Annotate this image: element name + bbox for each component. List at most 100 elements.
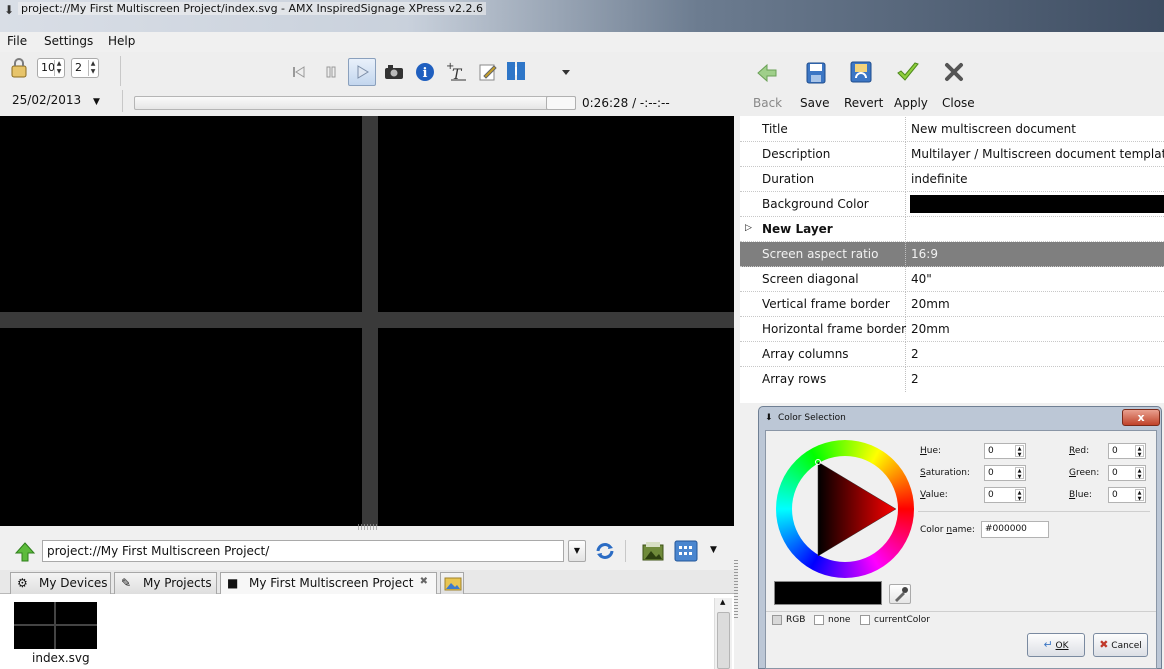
image-folder-icon[interactable] [641,540,665,562]
preview-canvas[interactable] [0,116,734,526]
revert-icon[interactable] [849,60,873,84]
edit-button[interactable] [475,59,501,85]
property-row[interactable]: Description Multilayer / Multiscreen doc… [740,142,1164,167]
chevron-down-icon[interactable]: ▼ [710,545,717,555]
property-row[interactable]: Title New multiscreen document [740,117,1164,142]
date-selector[interactable]: 25/02/2013 ▼ [12,93,100,107]
spinner-arrows-icon[interactable]: ▲ ▼ [1015,489,1024,502]
menu-file[interactable]: File [7,34,27,48]
spinner-arrows-icon[interactable]: ▲ ▼ [1135,489,1144,502]
screen-top-right[interactable] [378,116,734,312]
save-button[interactable]: Save [800,96,829,110]
property-row[interactable]: Vertical frame border 20mm [740,292,1164,317]
blue-spinner[interactable]: 0 ▲ ▼ [1108,487,1146,503]
property-row[interactable]: Horizontal frame border 20mm [740,317,1164,342]
close-tab-icon[interactable]: ✖ [420,576,428,587]
layout-dropdown[interactable] [558,59,574,85]
tab-my-devices[interactable]: ⚙ My Devices [10,572,111,594]
save-icon[interactable] [805,61,827,85]
layout-button[interactable] [503,58,529,84]
spinner-arrows-icon[interactable]: ▲ ▼ [88,60,97,76]
property-row[interactable]: Screen diagonal 40" [740,267,1164,292]
add-text-button[interactable]: + T [443,58,469,84]
checkmark-icon[interactable] [895,60,921,84]
add-tab-button[interactable] [440,572,464,594]
saturation-spinner[interactable]: 0 ▲ ▼ [984,465,1026,481]
image-icon [444,577,462,591]
skip-back-button[interactable] [286,59,312,85]
background-color-swatch[interactable] [910,195,1164,213]
columns-spinner[interactable]: 10 ▲ ▼ [37,58,65,78]
spinner-arrows-icon[interactable]: ▲ ▼ [1135,445,1144,458]
refresh-icon[interactable] [594,540,616,562]
revert-button[interactable]: Revert [844,96,883,110]
property-row[interactable]: Duration indefinite [740,167,1164,192]
hue-spinner[interactable]: 0 ▲ ▼ [984,443,1026,459]
grid-view-icon[interactable] [674,540,698,562]
color-preview [774,581,882,605]
path-dropdown-button[interactable]: ▼ [568,540,586,562]
splitter-handle[interactable] [358,524,378,530]
screen-top-left[interactable] [0,116,362,312]
expand-triangle-icon[interactable]: ▷ [745,223,752,233]
tab-my-projects[interactable]: ✎ My Projects [114,572,217,594]
tab-my-first-multiscreen-project[interactable]: ■ My First Multiscreen Project ✖ [220,572,437,594]
column-divider [905,242,906,267]
info-button[interactable]: i [412,59,438,85]
dialog-close-button[interactable]: x [1122,409,1160,426]
cancel-button[interactable]: ✖ Cancel [1093,633,1148,657]
back-arrow-icon[interactable] [756,62,778,84]
ok-button[interactable]: ↵ OK [1027,633,1085,657]
spinner-arrows-icon[interactable]: ▲ ▼ [1015,445,1024,458]
chevron-down-icon [562,70,570,75]
folder-icon: ■ [227,576,239,590]
apply-button[interactable]: Apply [894,96,928,110]
property-row[interactable]: Array rows 2 [740,367,1164,392]
saturation-value-triangle[interactable] [792,456,898,562]
lock-icon[interactable] [10,58,28,78]
color-name-input[interactable]: #000000 [981,521,1049,538]
pause-button[interactable] [318,59,344,85]
rows-spinner[interactable]: 2 ▲ ▼ [71,58,99,78]
current-color-checkbox[interactable] [860,615,870,625]
up-arrow-icon[interactable] [14,541,36,563]
scroll-up-icon[interactable]: ▲ [720,598,725,606]
property-group-row[interactable]: ▷ New Layer [740,217,1164,242]
property-row[interactable]: Array columns 2 [740,342,1164,367]
green-spinner[interactable]: 0 ▲ ▼ [1108,465,1146,481]
close-icon[interactable] [943,61,965,83]
current-color-label: currentColor [874,615,930,625]
screen-bottom-right[interactable] [378,328,734,526]
snapshot-button[interactable] [381,59,407,85]
back-button[interactable]: Back [753,96,782,110]
chevron-down-icon: ▼ [573,546,581,555]
file-thumbnail[interactable] [14,602,97,649]
column-divider [905,367,906,392]
menu-help[interactable]: Help [108,34,135,48]
eyedropper-button[interactable] [889,584,911,604]
pane-splitter[interactable] [734,560,738,620]
menu-settings[interactable]: Settings [44,34,93,48]
screen-bottom-left[interactable] [0,328,362,526]
property-row-selected[interactable]: Screen aspect ratio 16:9 [740,242,1164,267]
skip-back-icon [293,66,305,78]
file-browser-scrollbar[interactable]: ▲ [714,598,732,669]
property-row[interactable]: Background Color [740,192,1164,217]
close-button[interactable]: Close [942,96,975,110]
spinner-arrows-icon[interactable]: ▲ ▼ [54,60,63,76]
red-spinner[interactable]: 0 ▲ ▼ [1108,443,1146,459]
time-readout: 0:26:28 / -:--:-- [582,96,670,110]
value-spinner[interactable]: 0 ▲ ▼ [984,487,1026,503]
spinner-arrows-icon[interactable]: ▲ ▼ [1135,467,1144,480]
title-bar: ⬇ project://My First Multiscreen Project… [0,0,1164,32]
play-button[interactable] [348,58,376,86]
file-name[interactable]: index.svg [32,651,90,665]
spinner-arrows-icon[interactable]: ▲ ▼ [1015,467,1024,480]
progress-handle[interactable] [546,96,576,110]
scrollbar-thumb[interactable] [717,612,730,669]
playback-progress[interactable] [134,96,576,110]
cancel-x-icon: ✖ [1099,638,1109,651]
rgb-checkbox[interactable] [772,615,782,625]
path-input[interactable]: project://My First Multiscreen Project/ [42,540,564,562]
none-checkbox[interactable] [814,615,824,625]
